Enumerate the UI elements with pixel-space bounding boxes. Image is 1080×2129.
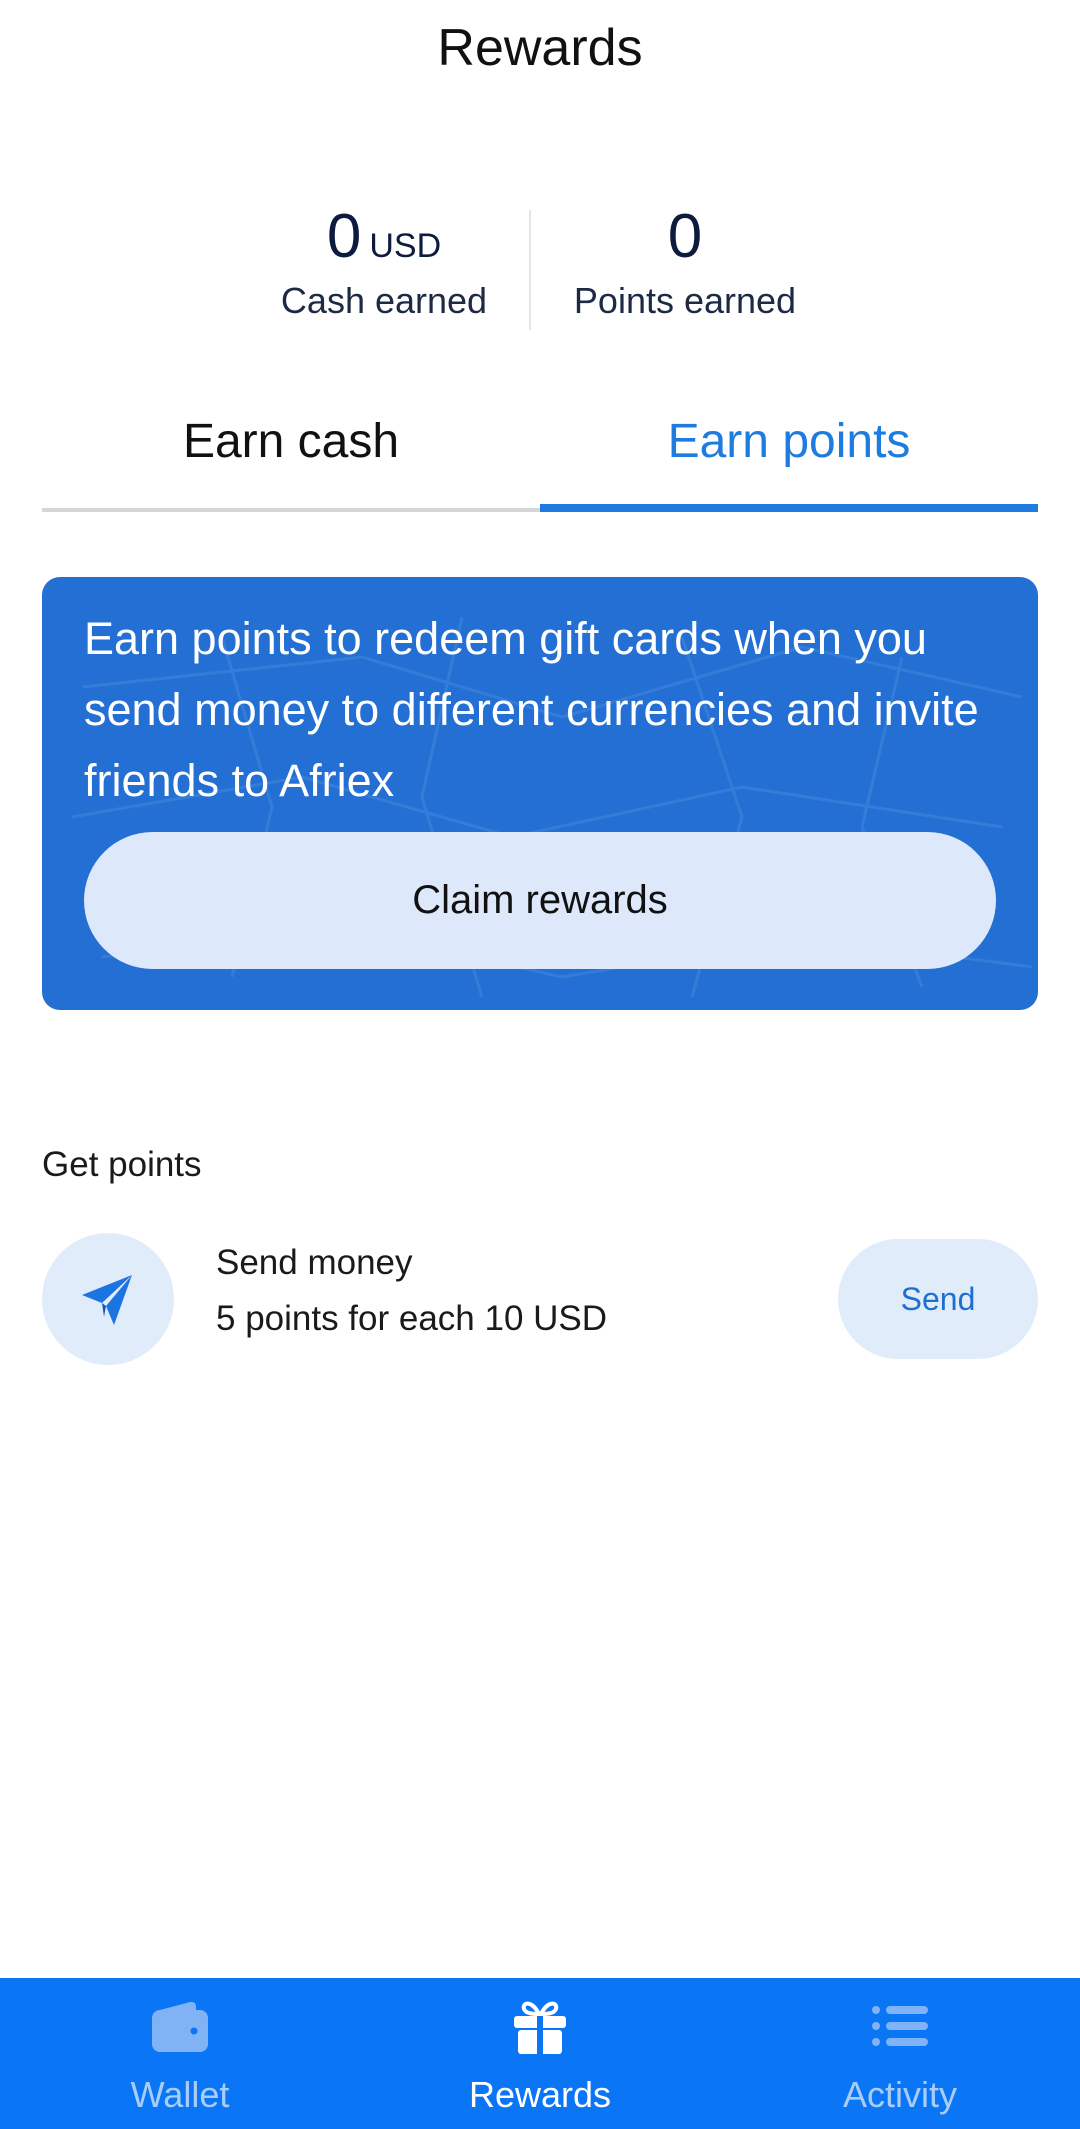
nav-item-activity[interactable]: Activity bbox=[720, 1978, 1080, 2129]
cash-earned-unit: USD bbox=[369, 227, 442, 265]
tab-earn-cash[interactable]: Earn cash bbox=[42, 400, 540, 512]
earnings-summary: 0 USD Cash earned 0 Points earned bbox=[0, 200, 1080, 330]
nav-item-rewards[interactable]: Rewards bbox=[360, 1978, 720, 2129]
get-points-title: Get points bbox=[42, 1145, 202, 1184]
reward-item-title: Send money bbox=[216, 1243, 413, 1282]
send-button[interactable]: Send bbox=[838, 1239, 1038, 1359]
claim-rewards-button[interactable]: Claim rewards bbox=[84, 832, 996, 969]
cash-earned-stat: 0 USD Cash earned bbox=[234, 200, 534, 322]
nav-label-activity: Activity bbox=[842, 2074, 957, 2115]
reward-item-subtitle: 5 points for each 10 USD bbox=[216, 1299, 608, 1338]
active-tab-indicator bbox=[540, 504, 1038, 512]
list-item: Send money 5 points for each 10 USD Send bbox=[42, 1233, 1038, 1365]
nav-label-wallet: Wallet bbox=[130, 2074, 230, 2115]
nav-item-wallet[interactable]: Wallet bbox=[0, 1978, 360, 2129]
cash-earned-label: Cash earned bbox=[280, 280, 488, 321]
points-earned-label: Points earned bbox=[573, 280, 797, 321]
bottom-navigation: Wallet Rewards Activity bbox=[0, 1978, 1080, 2129]
tab-earn-points[interactable]: Earn points bbox=[540, 400, 1038, 512]
earn-tabs: Earn cash Earn points bbox=[42, 400, 1038, 512]
rewards-banner: Earn points to redeem gift cards when yo… bbox=[42, 577, 1038, 1010]
stats-divider bbox=[529, 210, 531, 330]
cash-earned-value: 0 bbox=[326, 202, 362, 271]
gift-icon bbox=[514, 2001, 566, 2054]
rewards-screen: Rewards 0 USD Cash earned 0 Points earned… bbox=[0, 0, 1080, 2129]
page-title: Rewards bbox=[437, 19, 643, 77]
list-icon bbox=[872, 2006, 928, 2046]
tab-underline bbox=[42, 508, 540, 512]
paper-plane-icon bbox=[82, 1275, 132, 1325]
banner-description: Earn points to redeem gift cards when yo… bbox=[84, 613, 979, 806]
send-money-icon-container bbox=[42, 1233, 174, 1365]
points-earned-stat: 0 Points earned bbox=[535, 200, 835, 322]
nav-label-rewards: Rewards bbox=[468, 2074, 612, 2115]
wallet-icon bbox=[152, 2001, 208, 2052]
points-earned-value: 0 bbox=[667, 202, 703, 271]
